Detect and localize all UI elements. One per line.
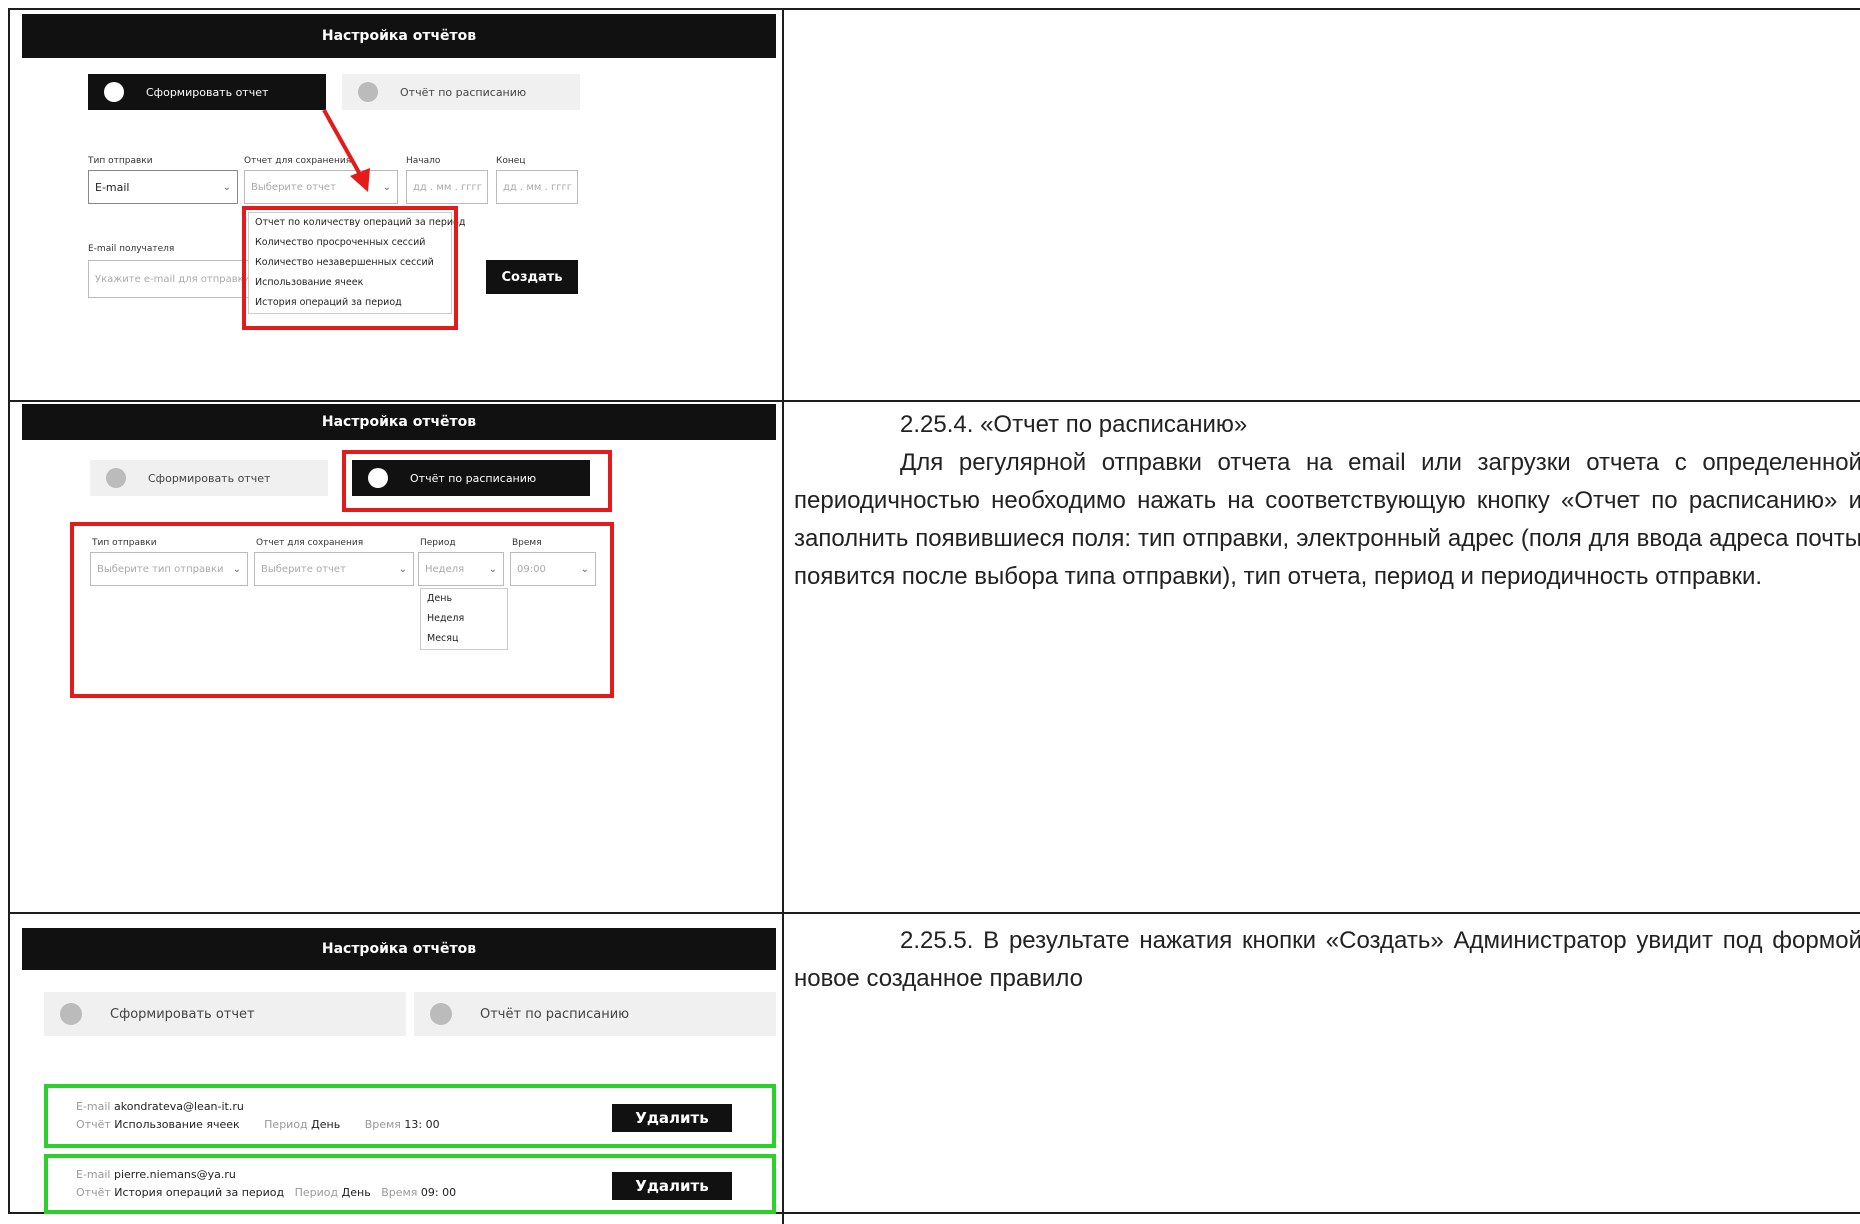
- text-cell-2255: 2.25.5. В результате нажатия кнопки «Соз…: [794, 922, 1860, 998]
- chevron-down-icon: ⌄: [222, 181, 231, 193]
- label-send-type: Тип отправки: [88, 156, 153, 166]
- toggle-generate-report[interactable]: Сформировать отчет: [88, 74, 326, 110]
- section-body: Для регулярной отправки отчета на email …: [794, 449, 1860, 590]
- input-end-date[interactable]: дд . мм . гггг: [496, 170, 578, 204]
- email-placeholder: Укажите e-mail для отправки: [95, 273, 251, 285]
- rule-report: История операций за период: [114, 1186, 285, 1199]
- highlight-red-frame: [242, 206, 458, 330]
- table-row-1: Настройка отчётов Сформировать отчет Отч…: [10, 10, 1860, 400]
- label-email: E-mail получателя: [88, 244, 175, 254]
- label-end: Конец: [496, 156, 526, 166]
- app-header: Настройка отчётов: [22, 14, 776, 58]
- toggle-generate-report[interactable]: Сформировать отчет: [44, 992, 406, 1036]
- rule-email: akondrateva@lean-it.ru: [114, 1100, 244, 1113]
- input-recipient-email[interactable]: Укажите e-mail для отправки: [88, 260, 258, 298]
- toggle-generate-label: Сформировать отчет: [146, 85, 269, 99]
- column-divider: [782, 10, 784, 400]
- rule-time-key: Время: [381, 1186, 418, 1199]
- text-cell-2254: 2.25.4. «Отчет по расписанию» Для регуля…: [794, 406, 1860, 596]
- rule-email-key: E-mail: [76, 1168, 111, 1181]
- rule-period: День: [311, 1118, 341, 1131]
- screenshot-scheduled-report: Настройка отчётов Сформировать отчет Отч…: [22, 404, 776, 704]
- toggle-schedule-label: Отчёт по расписанию: [400, 85, 527, 99]
- rule-period-key: Период: [264, 1118, 308, 1131]
- select-send-type[interactable]: E-mail ⌄: [88, 170, 238, 204]
- rule-period-key: Период: [294, 1186, 339, 1199]
- toggle-scheduled-report[interactable]: Отчёт по расписанию: [342, 74, 580, 110]
- table-row-3: Настройка отчётов Сформировать отчет Отч…: [10, 912, 1860, 1224]
- rule-details-line: Отчёт Использование ячеек Период День Вр…: [76, 1118, 440, 1131]
- select-send-type-value: E-mail: [95, 180, 130, 194]
- column-divider: [782, 402, 784, 914]
- toggle-schedule-label: Отчёт по расписанию: [480, 1006, 630, 1022]
- highlight-red-frame: [70, 522, 614, 698]
- delete-button[interactable]: Удалить: [612, 1104, 732, 1132]
- arrow-icon: [322, 109, 370, 192]
- radio-off-icon: [106, 468, 126, 488]
- screenshot-report-dropdown: Настройка отчётов Сформировать отчет Отч…: [22, 14, 776, 394]
- radio-on-icon: [104, 82, 124, 102]
- rule-time: 13: 00: [404, 1118, 440, 1131]
- radio-off-icon: [358, 82, 378, 102]
- rule-email-line: E-mail akondrateva@lean-it.ru: [76, 1100, 244, 1113]
- rule-period: День: [341, 1186, 371, 1199]
- screenshot-created-rules: Настройка отчётов Сформировать отчет Отч…: [22, 928, 776, 1218]
- create-button[interactable]: Создать: [486, 260, 578, 294]
- toggle-generate-report[interactable]: Сформировать отчет: [90, 460, 328, 496]
- rule-report-key: Отчёт: [76, 1118, 111, 1131]
- section-body: 2.25.5. В результате нажатия кнопки «Соз…: [794, 927, 1860, 992]
- rule-report: Использование ячеек: [114, 1118, 240, 1131]
- list-item: E-mail pierre.niemans@ya.ru Отчёт Истори…: [44, 1154, 776, 1214]
- radio-off-icon: [60, 1003, 82, 1025]
- app-header: Настройка отчётов: [22, 928, 776, 970]
- toggle-scheduled-report[interactable]: Отчёт по расписанию: [414, 992, 776, 1036]
- rule-time-key: Время: [364, 1118, 401, 1131]
- rule-email: pierre.niemans@ya.ru: [114, 1168, 236, 1181]
- rule-details-line: Отчёт История операций за период Период …: [76, 1186, 456, 1199]
- toggle-generate-label: Сформировать отчет: [148, 471, 271, 485]
- chevron-down-icon: ⌄: [382, 181, 391, 193]
- rule-report-key: Отчёт: [76, 1186, 111, 1199]
- highlight-red-frame: [342, 450, 612, 512]
- rule-email-key: E-mail: [76, 1100, 111, 1113]
- rule-time: 09: 00: [420, 1186, 457, 1199]
- start-date-placeholder: дд . мм . гггг: [413, 181, 483, 193]
- list-item: E-mail akondrateva@lean-it.ru Отчёт Испо…: [44, 1084, 776, 1148]
- document-table: Настройка отчётов Сформировать отчет Отч…: [8, 8, 1860, 1224]
- table-row-2: Настройка отчётов Сформировать отчет Отч…: [10, 400, 1860, 914]
- toggle-generate-label: Сформировать отчет: [110, 1006, 255, 1022]
- radio-off-icon: [430, 1003, 452, 1025]
- label-start: Начало: [406, 156, 441, 166]
- rule-email-line: E-mail pierre.niemans@ya.ru: [76, 1168, 236, 1181]
- delete-button[interactable]: Удалить: [612, 1172, 732, 1200]
- section-title: 2.25.4. «Отчет по расписанию»: [900, 411, 1248, 438]
- column-divider: [782, 914, 784, 1224]
- end-date-placeholder: дд . мм . гггг: [503, 181, 573, 193]
- input-start-date[interactable]: дд . мм . гггг: [406, 170, 488, 204]
- app-header: Настройка отчётов: [22, 404, 776, 440]
